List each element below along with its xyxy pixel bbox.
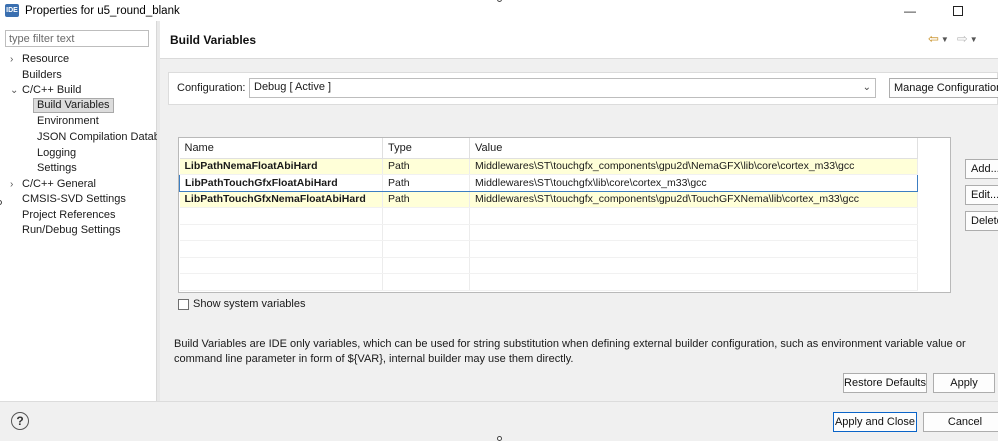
edit-button[interactable]: Edit... bbox=[965, 185, 998, 205]
chevron-down-icon: ⌄ bbox=[862, 82, 871, 93]
variable-name: LibPathTouchGfxFloatAbiHard bbox=[179, 174, 383, 192]
variables-table[interactable]: Name Type Value LibPathNemaFloatAbiHard … bbox=[178, 137, 951, 293]
variable-type: Path bbox=[382, 191, 470, 208]
tree-item-environment[interactable]: Environment bbox=[37, 114, 99, 129]
tree-item-label: C/C++ General bbox=[22, 178, 96, 190]
tree-item-label: JSON Compilation Datab bbox=[37, 131, 160, 143]
tree-item-json-compilation[interactable]: JSON Compilation Datab bbox=[37, 130, 160, 145]
tree-item-run-debug[interactable]: Run/Debug Settings bbox=[22, 223, 120, 238]
table-row[interactable]: LibPathNemaFloatAbiHard Path Middlewares… bbox=[179, 158, 918, 175]
tree-item-label: Environment bbox=[37, 115, 99, 127]
tree-item-cmsis-svd[interactable]: CMSIS-SVD Settings bbox=[22, 192, 126, 207]
chevron-right-icon[interactable]: › bbox=[10, 177, 22, 192]
app-icon: IDE bbox=[5, 4, 19, 17]
maximize-icon bbox=[953, 5, 963, 16]
tree-item-label: Builders bbox=[22, 69, 62, 81]
restore-defaults-button[interactable]: Restore Defaults bbox=[843, 373, 927, 393]
tree-item-project-references[interactable]: Project References bbox=[22, 208, 116, 223]
window-title: Properties for u5_round_blank bbox=[25, 4, 180, 17]
show-system-variables-label: Show system variables bbox=[193, 298, 306, 310]
title-bar: IDE Properties for u5_round_blank — bbox=[0, 0, 998, 21]
tree-item-label: Run/Debug Settings bbox=[22, 224, 121, 236]
variable-value: Middlewares\ST\touchgfx_components\gpu2d… bbox=[469, 158, 918, 175]
maximize-button[interactable] bbox=[938, 0, 978, 21]
tree-item-label: Project References bbox=[22, 209, 116, 221]
column-header-value[interactable]: Value bbox=[469, 138, 918, 159]
variable-name: LibPathNemaFloatAbiHard bbox=[179, 158, 383, 175]
table-row-empty bbox=[179, 257, 918, 274]
configuration-select[interactable]: Debug [ Active ] ⌄ bbox=[249, 78, 876, 98]
apply-and-close-button[interactable]: Apply and Close bbox=[833, 412, 917, 432]
tree-item-builders[interactable]: Builders bbox=[22, 68, 62, 83]
back-dropdown-icon[interactable]: ▼ bbox=[941, 35, 949, 44]
column-header-type[interactable]: Type bbox=[382, 138, 470, 159]
delete-button[interactable]: Delete bbox=[965, 211, 998, 231]
table-header-row: Name Type Value bbox=[179, 138, 918, 159]
bottom-bar: ? Apply and Close Cancel bbox=[0, 401, 998, 440]
tree-item-settings[interactable]: Settings bbox=[37, 161, 77, 176]
configuration-group: Configuration: Debug [ Active ] ⌄ Manage… bbox=[168, 72, 998, 105]
table-row-empty bbox=[179, 224, 918, 241]
forward-arrow-icon[interactable]: ⇨ bbox=[957, 31, 968, 47]
tree-item-label: C/C++ Build bbox=[22, 84, 82, 96]
cancel-button[interactable]: Cancel bbox=[923, 412, 998, 432]
variable-value: Middlewares\ST\touchgfx\lib\core\cortex_… bbox=[469, 174, 918, 192]
variable-name: LibPathTouchGfxNemaFloatAbiHard bbox=[179, 191, 383, 208]
page-header: Build Variables ⇦ ▼ ⇨ ▼ bbox=[160, 21, 998, 59]
tree-item-label: CMSIS-SVD Settings bbox=[22, 193, 126, 205]
nav-arrows: ⇦ ▼ ⇨ ▼ bbox=[928, 31, 984, 47]
back-arrow-icon[interactable]: ⇦ bbox=[928, 31, 939, 47]
page-title: Build Variables bbox=[170, 33, 257, 47]
show-system-variables-checkbox[interactable] bbox=[178, 298, 189, 310]
chevron-down-icon[interactable]: ⌄ bbox=[10, 83, 22, 98]
tree-item-cpp-build[interactable]: ⌄ C/C++ Build bbox=[10, 83, 81, 98]
table-row-empty bbox=[179, 207, 918, 225]
add-button[interactable]: Add... bbox=[965, 159, 998, 179]
table-row[interactable]: LibPathTouchGfxNemaFloatAbiHard Path Mid… bbox=[179, 191, 918, 208]
tree-item-cpp-general[interactable]: › C/C++ General bbox=[10, 177, 96, 192]
description-text: Build Variables are IDE only variables, … bbox=[174, 338, 966, 365]
forward-dropdown-icon[interactable]: ▼ bbox=[970, 35, 978, 44]
manage-configurations-button[interactable]: Manage Configurations... bbox=[889, 78, 998, 98]
tree-item-build-variables[interactable]: Build Variables bbox=[33, 98, 114, 113]
filter-input[interactable] bbox=[5, 30, 149, 47]
minimize-button[interactable]: — bbox=[890, 0, 930, 21]
resize-handle-bottom[interactable] bbox=[497, 436, 502, 441]
left-pane: ›Resource Builders ⌄C/C++ Build Build Va… bbox=[0, 21, 160, 401]
tree-item-label: Logging bbox=[37, 147, 77, 159]
variable-type: Path bbox=[382, 158, 470, 175]
chevron-right-icon[interactable]: › bbox=[10, 52, 22, 67]
column-header-name[interactable]: Name bbox=[179, 138, 383, 159]
show-system-variables[interactable]: Show system variables bbox=[178, 298, 306, 310]
configuration-label: Configuration: bbox=[177, 82, 246, 94]
variable-type: Path bbox=[382, 174, 470, 192]
table-row-empty bbox=[179, 273, 918, 291]
tree-item-label: Settings bbox=[37, 162, 77, 174]
variable-value: Middlewares\ST\touchgfx_components\gpu2d… bbox=[469, 191, 918, 208]
help-icon[interactable]: ? bbox=[11, 412, 29, 430]
apply-button[interactable]: Apply bbox=[933, 373, 995, 393]
right-pane: Build Variables ⇦ ▼ ⇨ ▼ Configuration: D… bbox=[160, 21, 998, 401]
table-row-selected[interactable]: LibPathTouchGfxFloatAbiHard Path Middlew… bbox=[179, 174, 918, 192]
table-row-empty bbox=[179, 240, 918, 258]
tree-item-label: Resource bbox=[22, 53, 70, 65]
tree-item-label: Build Variables bbox=[37, 99, 110, 111]
configuration-value: Debug [ Active ] bbox=[254, 81, 332, 93]
tree-item-logging[interactable]: Logging bbox=[37, 146, 76, 161]
tree-item-resource[interactable]: › Resource bbox=[10, 52, 69, 67]
